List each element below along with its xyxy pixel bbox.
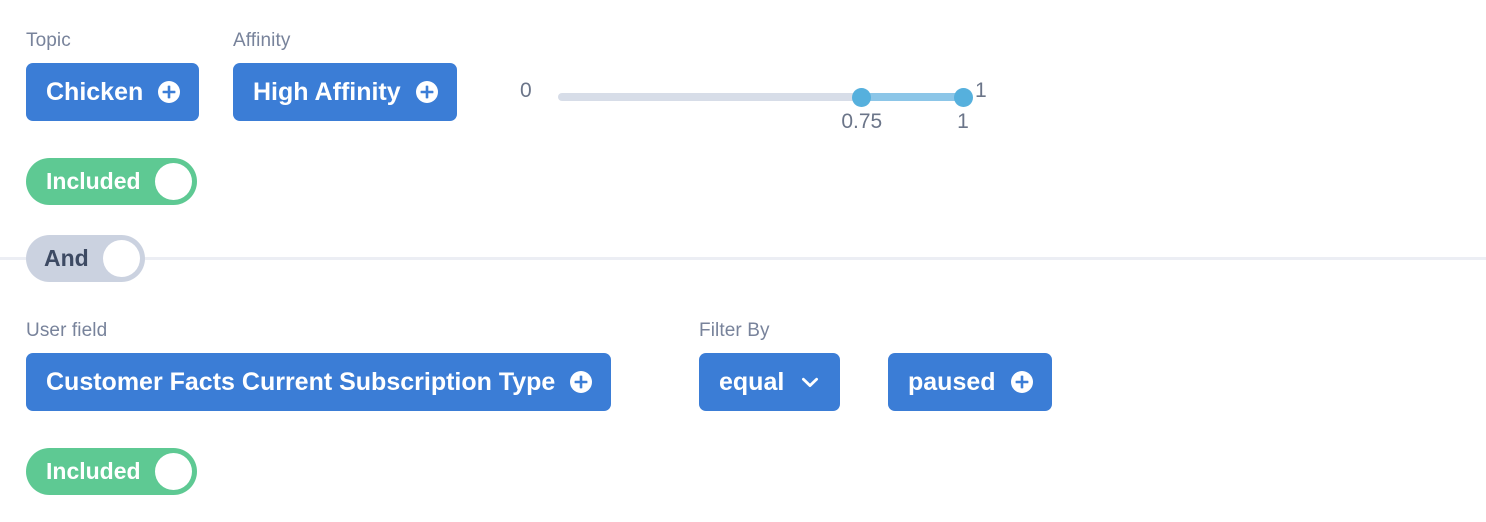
slider-track[interactable]	[558, 87, 973, 107]
affinity-value-chip[interactable]: High Affinity	[233, 63, 457, 121]
filter-builder: Topic Chicken Affinity High Affinity 0 1…	[0, 0, 1486, 522]
toggle-knob[interactable]	[154, 453, 192, 490]
included-toggle-label: Included	[46, 458, 141, 484]
included-toggle-user-field[interactable]: Included	[26, 448, 197, 495]
conjunction-toggle[interactable]: And	[26, 235, 145, 282]
user-field-value-chip[interactable]: Customer Facts Current Subscription Type	[26, 353, 612, 411]
filter-operator-value: equal	[719, 367, 785, 396]
filter-operator-dropdown[interactable]: equal	[699, 353, 841, 411]
toggle-knob[interactable]	[154, 163, 192, 200]
group-divider	[0, 257, 1486, 260]
user-field-label: User field	[26, 320, 108, 341]
conjunction-toggle-label: And	[44, 245, 89, 271]
affinity-value-label: High Affinity	[253, 77, 401, 106]
user-field-value-label: Customer Facts Current Subscription Type	[46, 367, 556, 396]
included-toggle-topic[interactable]: Included	[26, 158, 197, 205]
toggle-knob[interactable]	[102, 240, 140, 277]
slider-active-range	[861, 93, 963, 101]
affinity-range-slider[interactable]: 0 1 0.75 1	[520, 80, 1010, 140]
slider-handle-lower[interactable]	[852, 87, 872, 107]
slider-handle-upper[interactable]	[953, 87, 973, 107]
slider-min-label: 0	[520, 79, 532, 102]
slider-upper-value-label: 1	[957, 110, 969, 133]
plus-circle-icon[interactable]	[415, 80, 439, 104]
filter-value-label: paused	[908, 367, 996, 396]
topic-field-label: Topic	[26, 30, 71, 51]
included-toggle-label: Included	[46, 168, 141, 194]
plus-circle-icon[interactable]	[157, 80, 181, 104]
affinity-field-label: Affinity	[233, 30, 291, 51]
topic-value-chip[interactable]: Chicken	[26, 63, 200, 121]
chevron-down-icon[interactable]	[798, 370, 822, 394]
plus-circle-icon[interactable]	[569, 370, 593, 394]
topic-value-label: Chicken	[46, 77, 144, 106]
filter-by-label: Filter By	[699, 320, 770, 341]
filter-value-chip[interactable]: paused	[888, 353, 1052, 411]
slider-max-label: 1	[975, 79, 987, 102]
plus-circle-icon[interactable]	[1010, 370, 1034, 394]
slider-lower-value-label: 0.75	[841, 110, 883, 133]
